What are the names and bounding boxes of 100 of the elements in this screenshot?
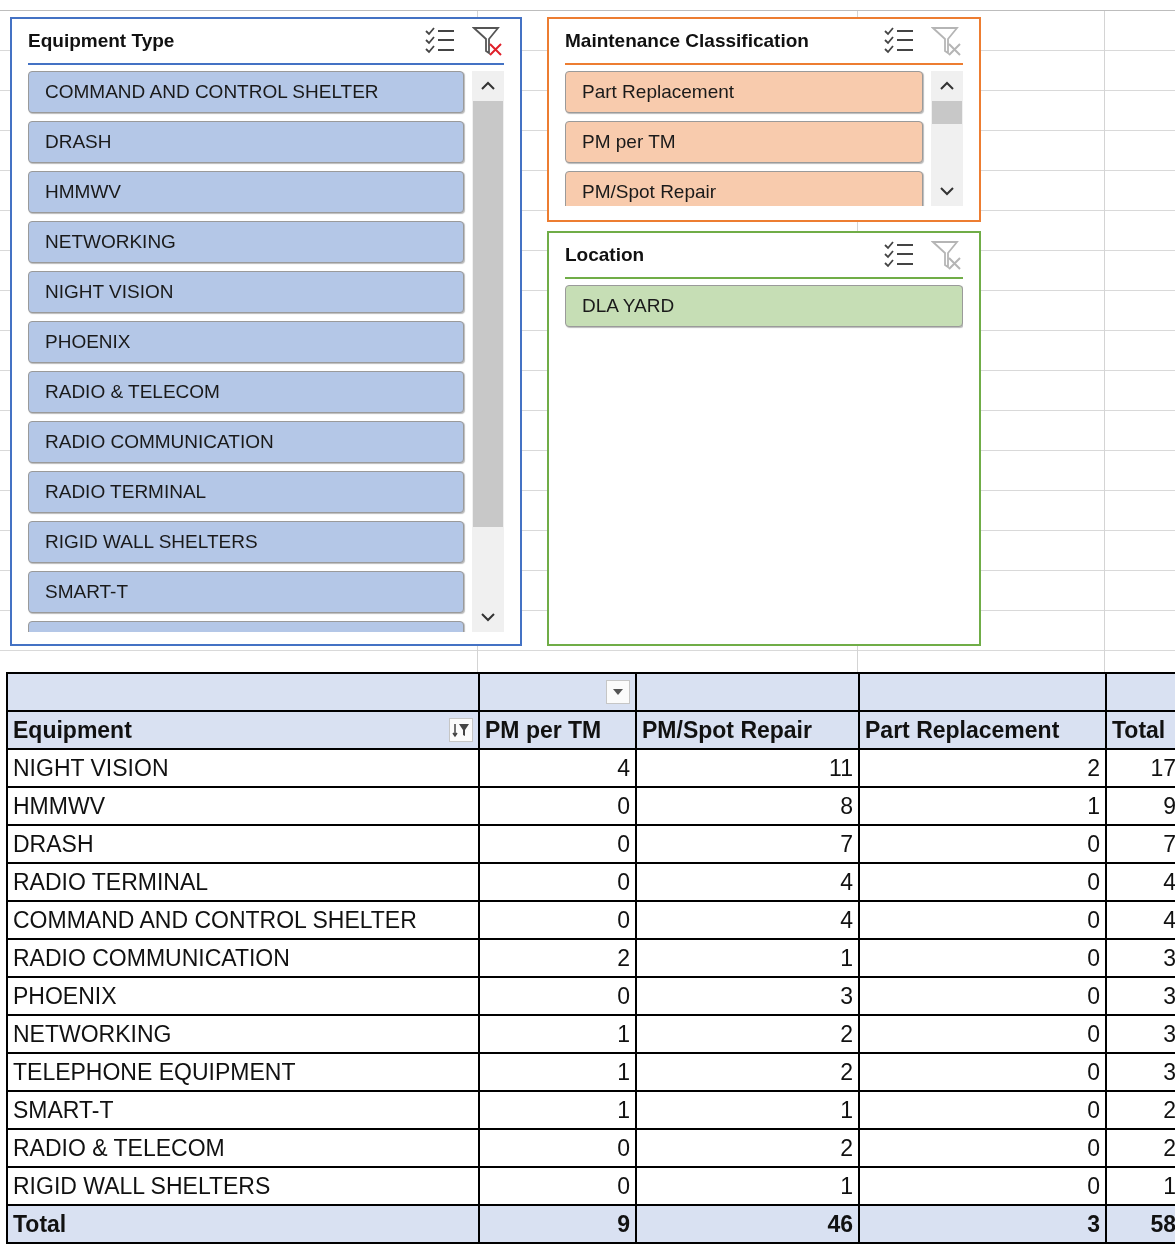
table-cell: 3: [1106, 1015, 1175, 1053]
table-cell: 9: [1106, 787, 1175, 825]
column-header: Total: [1106, 711, 1175, 749]
multi-select-icon[interactable]: [883, 240, 915, 270]
table-cell: 4: [636, 863, 859, 901]
slicer-title: Equipment Type: [28, 30, 176, 52]
scrollbar[interactable]: [472, 71, 504, 632]
slicer-item[interactable]: COMMAND AND CONTROL SHELTER: [28, 71, 464, 113]
table-cell: 11: [636, 749, 859, 787]
table-cell: TELEPHONE EQUIPMENT: [7, 1053, 479, 1091]
table-cell: 3: [1106, 939, 1175, 977]
table-cell: 2: [636, 1129, 859, 1167]
slicer-item[interactable]: RADIO TERMINAL: [28, 471, 464, 513]
table-cell: 0: [859, 1053, 1106, 1091]
clear-filter-icon[interactable]: [472, 25, 504, 57]
scroll-thumb[interactable]: [473, 101, 503, 527]
sort-filter-button[interactable]: [449, 718, 473, 742]
table-cell: 1: [859, 787, 1106, 825]
table-cell: 2: [636, 1015, 859, 1053]
table-cell: RADIO TERMINAL: [7, 863, 479, 901]
slicer-title: Location: [565, 244, 646, 266]
table-cell: 0: [859, 901, 1106, 939]
dropdown-button[interactable]: [606, 680, 630, 704]
total-cell: 9: [479, 1205, 636, 1243]
table-cell: 1: [479, 1015, 636, 1053]
slicer-item[interactable]: SMART-T: [28, 571, 464, 613]
table-cell: 1: [479, 1091, 636, 1129]
table-cell: RIGID WALL SHELTERS: [7, 1167, 479, 1205]
slicer-item[interactable]: NIGHT VISION: [28, 271, 464, 313]
table-cell: 1: [636, 939, 859, 977]
slicer-item[interactable]: RIGID WALL SHELTERS: [28, 521, 464, 563]
slicer-item[interactable]: PM/Spot Repair: [565, 171, 923, 206]
slicer-item[interactable]: RADIO COMMUNICATION: [28, 421, 464, 463]
caret-icon: [612, 688, 624, 696]
table-cell: 0: [859, 825, 1106, 863]
table-cell: RADIO & TELECOM: [7, 1129, 479, 1167]
table-cell: 1: [636, 1091, 859, 1129]
table-cell: COMMAND AND CONTROL SHELTER: [7, 901, 479, 939]
slicer-item[interactable]: Part Replacement: [565, 71, 923, 113]
table-cell: 1: [636, 1167, 859, 1205]
table-cell: NETWORKING: [7, 1015, 479, 1053]
table-cell: 3: [1106, 977, 1175, 1015]
table-cell: 8: [636, 787, 859, 825]
scroll-down-icon[interactable]: [481, 612, 495, 622]
table-cell: 4: [636, 901, 859, 939]
slicer-item[interactable]: PHOENIX: [28, 321, 464, 363]
scrollbar[interactable]: [931, 71, 963, 206]
table-cell: 1: [479, 1053, 636, 1091]
table-cell: 0: [859, 1167, 1106, 1205]
table-cell: 3: [1106, 1053, 1175, 1091]
table-cell: 0: [479, 977, 636, 1015]
table-cell: RADIO COMMUNICATION: [7, 939, 479, 977]
total-cell: 46: [636, 1205, 859, 1243]
slicer-item[interactable]: RADIO & TELECOM: [28, 371, 464, 413]
table-cell: 1: [1106, 1167, 1175, 1205]
slicer-item[interactable]: DLA YARD: [565, 285, 963, 327]
table-cell: PHOENIX: [7, 977, 479, 1015]
total-cell: 3: [859, 1205, 1106, 1243]
total-cell: 58: [1106, 1205, 1175, 1243]
total-cell: Total: [7, 1205, 479, 1243]
table-cell: 0: [479, 1129, 636, 1167]
table-cell: NIGHT VISION: [7, 749, 479, 787]
scroll-up-icon[interactable]: [481, 81, 495, 91]
table-cell: 17: [1106, 749, 1175, 787]
table-cell: 7: [636, 825, 859, 863]
multi-select-icon[interactable]: [883, 26, 915, 56]
table-cell: 2: [1106, 1129, 1175, 1167]
table-cell: 0: [479, 1167, 636, 1205]
table-cell: SMART-T: [7, 1091, 479, 1129]
table-cell: 4: [1106, 863, 1175, 901]
scroll-down-icon[interactable]: [940, 186, 954, 196]
table-cell: 4: [1106, 901, 1175, 939]
column-header: PM/Spot Repair: [636, 711, 859, 749]
table-cell: 2: [479, 939, 636, 977]
table-cell: 0: [859, 939, 1106, 977]
table-cell: 7: [1106, 825, 1175, 863]
table-cell: 0: [859, 1015, 1106, 1053]
header-cell: [1106, 673, 1175, 711]
scroll-up-icon[interactable]: [940, 81, 954, 91]
table-cell: 2: [1106, 1091, 1175, 1129]
column-header-text: Equipment: [13, 716, 132, 744]
column-header: PM per TM: [479, 711, 636, 749]
slicer-item[interactable]: PM per TM: [565, 121, 923, 163]
slicer-title: Maintenance Classification: [565, 30, 810, 52]
table-cell: DRASH: [7, 825, 479, 863]
slicer-item[interactable]: HMMWV: [28, 171, 464, 213]
table-cell: 2: [859, 749, 1106, 787]
slicer-item[interactable]: DRASH: [28, 121, 464, 163]
table-cell: 3: [636, 977, 859, 1015]
slicer-item[interactable]: NETWORKING: [28, 221, 464, 263]
table-cell: 0: [859, 977, 1106, 1015]
table-cell: 0: [479, 901, 636, 939]
table-cell: 0: [479, 825, 636, 863]
table-cell: 0: [859, 863, 1106, 901]
table-cell: HMMWV: [7, 787, 479, 825]
scroll-thumb[interactable]: [932, 101, 962, 124]
table-cell: 2: [636, 1053, 859, 1091]
table-cell: 0: [479, 787, 636, 825]
multi-select-icon[interactable]: [424, 26, 456, 56]
column-header: Part Replacement: [859, 711, 1106, 749]
